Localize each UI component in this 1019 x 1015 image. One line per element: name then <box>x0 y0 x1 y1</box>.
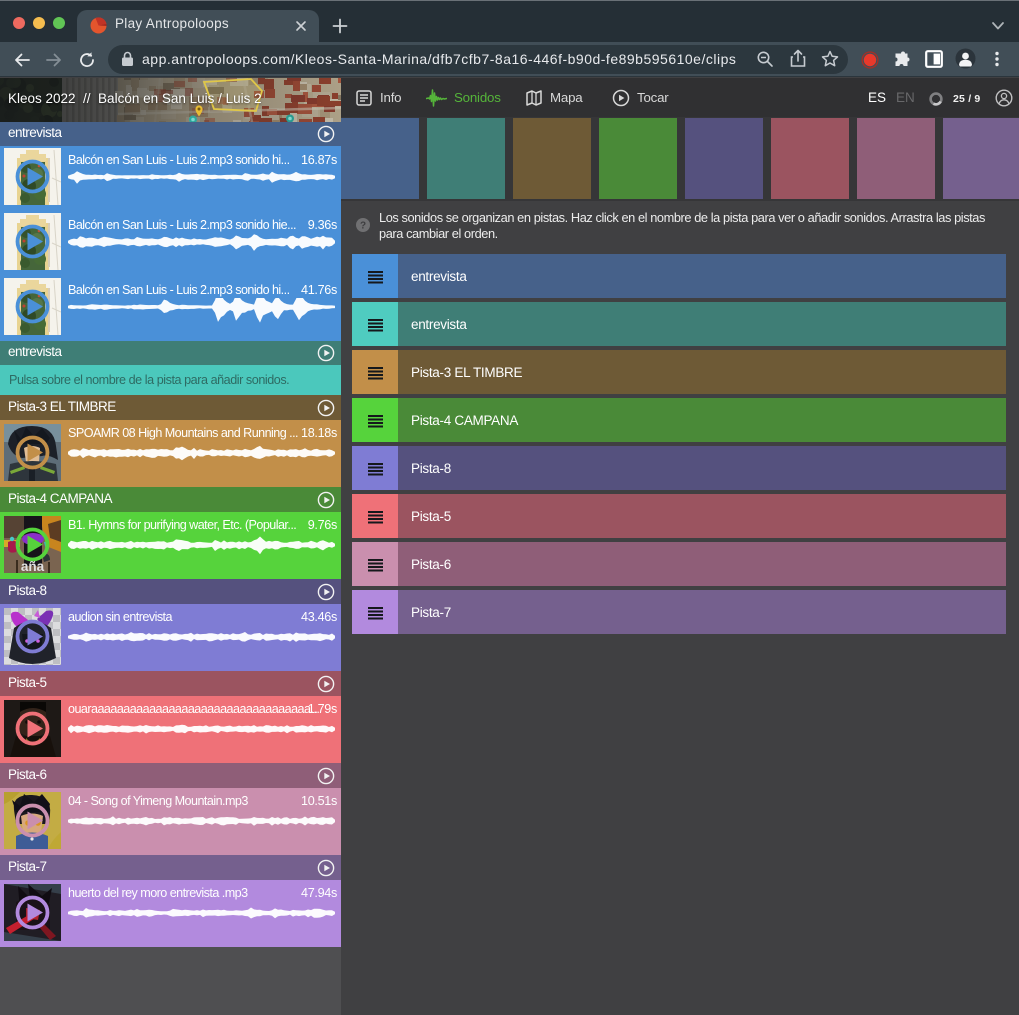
svg-text:?: ? <box>360 221 366 232</box>
svg-text:aña: aña <box>21 559 45 573</box>
